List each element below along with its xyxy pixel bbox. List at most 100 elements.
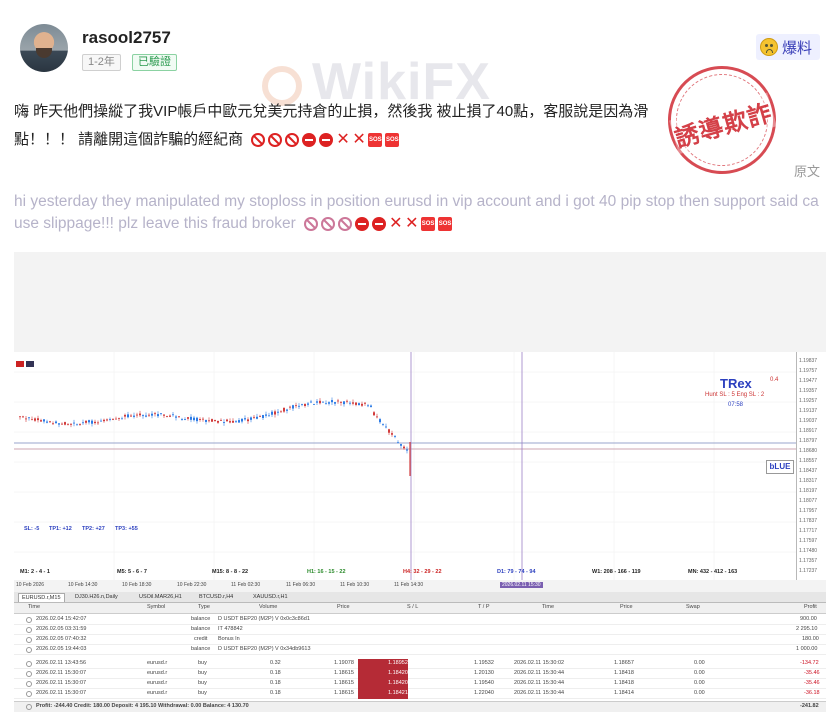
row-profit: 900.00	[800, 616, 817, 622]
candle-body	[124, 415, 126, 417]
tab-xauusd[interactable]: XAUUSD.r,H1	[250, 593, 291, 601]
date-label: 11 Feb 10:30	[340, 582, 369, 588]
col-close-price[interactable]: Price	[620, 604, 633, 610]
candle-body	[376, 416, 378, 417]
candle-body	[58, 423, 60, 424]
table-row[interactable]: 2026.02.11 15:30:07 eurusd.r buy 0.18 1.…	[14, 689, 826, 699]
candle-body	[373, 412, 375, 415]
chart-mode-icon[interactable]	[16, 361, 24, 367]
col-price[interactable]: Price	[337, 604, 350, 610]
hunt-sl-label: Hunt SL : 5 Eng SL : 2	[705, 392, 764, 398]
candle-body	[148, 415, 150, 416]
trade-icon	[26, 671, 32, 677]
candle-body	[145, 416, 147, 417]
col-tp[interactable]: T / P	[478, 604, 490, 610]
candle-body	[343, 401, 345, 404]
price-tick: 1.17957	[799, 508, 817, 514]
row-price: 1.18615	[334, 680, 354, 686]
col-volume[interactable]: Volume	[259, 604, 277, 610]
candle-body	[100, 421, 102, 422]
candlestick-chart	[14, 352, 796, 580]
report-label: 爆料	[782, 37, 812, 58]
candle-body	[127, 414, 129, 417]
candle-body	[112, 419, 114, 420]
row-volume: 0.18	[270, 680, 281, 686]
candle-body	[94, 422, 96, 423]
chart-toolbar[interactable]	[16, 354, 38, 362]
price-tick: 1.17837	[799, 518, 817, 524]
blue-indicator-badge[interactable]: bLUE	[766, 460, 794, 474]
row-type: balance	[191, 616, 210, 622]
date-label: 10 Feb 22:30	[177, 582, 206, 588]
account-history-table: Time Symbol Type Volume Price S / L T / …	[14, 603, 826, 713]
candle-body	[115, 419, 117, 420]
price-tick: 1.18917	[799, 428, 817, 434]
price-tick: 1.19257	[799, 398, 817, 404]
col-close-time[interactable]: Time	[542, 604, 554, 610]
row-price: 1.18615	[334, 690, 354, 696]
candle-body	[181, 419, 183, 420]
candle-body	[43, 419, 45, 421]
row-time: 2026.02.05 19:44:03	[36, 646, 86, 652]
col-type[interactable]: Type	[198, 604, 210, 610]
table-row[interactable]: 2026.02.11 13:43:56 eurusd.r buy 0.32 1.…	[14, 659, 826, 669]
candle-body	[349, 403, 351, 404]
row-time: 2026.02.11 15:30:07	[36, 680, 86, 686]
candle-body	[340, 402, 342, 403]
candle-body	[331, 400, 333, 402]
candle-body	[253, 417, 255, 418]
price-tick: 1.19837	[799, 358, 817, 364]
table-row[interactable]: 2026.02.11 15:30:07 eurusd.r buy 0.18 1.…	[14, 669, 826, 679]
report-button[interactable]: 爆料	[756, 34, 820, 60]
col-profit[interactable]: Profit	[804, 604, 817, 610]
table-row[interactable]: 2026.02.05 19:44:03 balance D USDT BEP20…	[14, 645, 826, 655]
summary-text: Profit: -244.40 Credit: 180.00 Deposit: …	[36, 703, 249, 709]
candle-body	[328, 402, 330, 403]
table-row[interactable]: 2026.02.05 03:31:59 balance IT 478842 2 …	[14, 625, 826, 635]
col-swap[interactable]: Swap	[686, 604, 700, 610]
tab-usoil[interactable]: USOil.MAR26,H1	[136, 593, 185, 601]
candle-body	[301, 404, 303, 405]
tab-eurusd[interactable]: EURUSD.r,M15	[18, 593, 65, 602]
candle-body	[55, 422, 57, 424]
candle-body	[28, 417, 30, 418]
candle-body	[82, 422, 84, 423]
chart-arrow-icon[interactable]	[26, 361, 34, 367]
table-row[interactable]: 2026.02.11 15:30:07 eurusd.r buy 0.18 1.…	[14, 679, 826, 689]
tab-dj30[interactable]: DJ30.H26.n,Daily	[72, 593, 121, 601]
candle-body	[199, 419, 201, 420]
col-sl[interactable]: S / L	[407, 604, 418, 610]
crosshair-date: 2026.02.11 15:30	[500, 582, 543, 588]
candle-body	[250, 417, 252, 419]
candle-body	[244, 418, 246, 419]
candle-body	[118, 418, 120, 419]
table-row[interactable]: 2026.02.05 07:40:32 credit Bonus In 180.…	[14, 635, 826, 645]
row-type: buy	[198, 660, 207, 666]
candle-body	[367, 405, 369, 406]
price-tick: 1.17357	[799, 558, 817, 564]
original-text-link[interactable]: 原文	[794, 161, 820, 180]
date-label: 11 Feb 06:30	[286, 582, 315, 588]
no-entry-icon	[302, 133, 316, 147]
sl-highlight: 1.18952	[358, 659, 408, 669]
candle-body	[139, 414, 141, 416]
table-row[interactable]: 2026.02.04 15:42:07 balance D USDT BEP20…	[14, 615, 826, 625]
tf-h4: H4: 32 - 29 - 22	[403, 569, 442, 575]
sad-face-icon	[760, 38, 778, 56]
candle-body	[154, 413, 156, 414]
price-tick: 1.18680	[799, 448, 817, 454]
row-volume: 0.18	[270, 690, 281, 696]
col-symbol[interactable]: Symbol	[147, 604, 165, 610]
avatar[interactable]	[20, 24, 68, 72]
username[interactable]: rasool2757	[82, 28, 171, 48]
stat-tp1: TP1: +12	[49, 526, 72, 532]
row-profit: 1 000.00	[796, 646, 817, 652]
tab-btcusd[interactable]: BTCUSD.r,H4	[196, 593, 236, 601]
tf-m1: M1: 2 - 4 - 1	[20, 569, 50, 575]
row-profit: -35.46	[804, 670, 820, 676]
candle-body	[352, 402, 354, 403]
col-time[interactable]: Time	[28, 604, 40, 610]
candle-body	[103, 420, 105, 421]
row-close-price: 1.18418	[614, 680, 634, 686]
no-entry-sign-icon	[285, 133, 299, 147]
